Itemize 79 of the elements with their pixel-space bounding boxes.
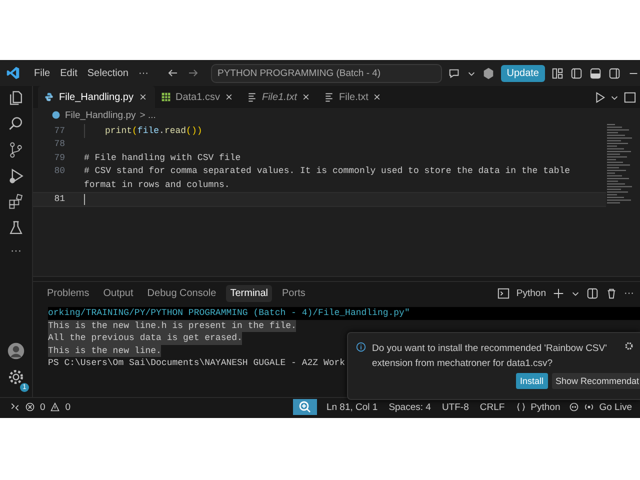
install-button[interactable]: Install — [516, 373, 548, 389]
breadcrumb-item[interactable]: File_Handling.py — [65, 110, 136, 120]
warning-count[interactable]: 0 — [65, 402, 71, 412]
close-icon[interactable] — [373, 93, 382, 101]
close-icon[interactable] — [224, 93, 233, 101]
command-center[interactable]: PYTHON PROGRAMMING (Batch - 4) — [210, 64, 442, 82]
terminal-line: PS C:\Users\Om Sai\Documents\NAYANESH GUGALE - A2Z Work — [48, 357, 346, 370]
files-icon[interactable] — [7, 89, 25, 107]
more-button[interactable]: ··· — [624, 288, 634, 298]
trash-icon[interactable] — [605, 286, 618, 300]
source-control-icon[interactable] — [7, 141, 25, 159]
code-line: format in rows and columns. — [84, 180, 230, 190]
go-live-button[interactable]: Go Live — [599, 402, 632, 412]
sidebar-toggle-icon[interactable] — [570, 66, 583, 80]
status-item[interactable]: CRLF — [480, 402, 505, 412]
more-button[interactable]: ··· — [10, 245, 22, 257]
code-line: print(file.read()) — [105, 126, 202, 136]
split-terminal-icon[interactable] — [586, 286, 599, 300]
recommendations-button[interactable]: Show Recommendat — [552, 373, 640, 389]
line-number: 81 — [53, 194, 65, 204]
flask-icon[interactable] — [7, 219, 25, 237]
editor-tab[interactable]: Data1.csv — [154, 86, 241, 108]
vscode-logo-icon — [6, 66, 20, 80]
menu-item[interactable]: Edit — [58, 68, 80, 78]
status-item[interactable]: Ln 81, Col 1 — [326, 402, 378, 412]
editor-tab[interactable]: File.txt — [318, 86, 390, 108]
editor-tab[interactable]: File1.txt — [240, 86, 318, 108]
line-number: 79 — [53, 152, 65, 163]
layout-icon[interactable] — [551, 66, 564, 80]
panel-tab[interactable]: Terminal — [226, 284, 272, 302]
secondary-sidebar-icon[interactable] — [608, 66, 621, 80]
search-icon[interactable] — [7, 115, 25, 133]
warning-icon[interactable] — [50, 402, 60, 412]
avatar[interactable] — [7, 342, 25, 360]
panel-tab[interactable]: Debug Console — [143, 284, 220, 302]
text-cursor — [84, 194, 85, 205]
chat-icon[interactable] — [448, 66, 461, 80]
braces-icon[interactable] — [516, 402, 526, 412]
panel-tab[interactable]: Problems — [43, 284, 94, 302]
panel-tab[interactable]: Ports — [278, 284, 310, 302]
settings-icon[interactable] — [624, 341, 634, 351]
close-icon[interactable] — [138, 93, 146, 101]
terminal-name[interactable]: Python — [516, 288, 546, 298]
line-number: 77 — [53, 126, 65, 136]
panel-tab[interactable]: Output — [99, 284, 138, 302]
error-icon[interactable] — [25, 402, 35, 412]
language-mode[interactable]: Python — [530, 402, 560, 412]
zoom-icon[interactable] — [293, 399, 318, 415]
split-editor-icon[interactable] — [623, 90, 636, 104]
close-icon[interactable] — [302, 93, 310, 101]
breadcrumb-item[interactable]: > ... — [140, 110, 156, 120]
editor-tab[interactable]: File_Handling.py — [38, 86, 154, 108]
broadcast-icon[interactable] — [584, 402, 594, 412]
line-number: 78 — [53, 139, 65, 150]
line-number: 80 — [53, 166, 65, 176]
menu-item[interactable]: ··· — [136, 68, 150, 78]
text-file-icon — [324, 92, 334, 102]
settings-icon[interactable] — [7, 368, 25, 386]
status-item[interactable]: Spaces: 4 — [388, 402, 431, 412]
back-arrow-icon[interactable] — [166, 67, 178, 79]
menu-item[interactable]: Selection — [85, 68, 130, 78]
text-file-icon — [246, 92, 257, 102]
error-count[interactable]: 0 — [40, 402, 46, 412]
code-line: # File handling with CSV file — [84, 152, 241, 163]
run-debug-icon[interactable] — [7, 167, 25, 185]
terminal-icon — [497, 286, 510, 300]
panel-toggle-icon[interactable] — [589, 66, 602, 80]
extensions-icon[interactable] — [7, 193, 25, 211]
copilot-icon[interactable] — [569, 402, 580, 412]
info-icon — [356, 342, 366, 352]
notification-message: Do you want to install the recommended 'Rainbow CSV' extension from mechatroner for data1.csv? — [372, 342, 608, 371]
plus-icon[interactable] — [552, 286, 565, 300]
code-line: # CSV stand for comma separated values. It is commonly used to store the data in the table — [84, 166, 570, 176]
table-file-icon — [160, 92, 170, 102]
forward-arrow-icon[interactable] — [186, 67, 198, 79]
update-button[interactable]: Update — [500, 64, 545, 82]
remote-icon[interactable] — [10, 402, 20, 412]
menu-item[interactable]: File — [32, 68, 52, 78]
status-item[interactable]: UTF-8 — [442, 402, 469, 412]
